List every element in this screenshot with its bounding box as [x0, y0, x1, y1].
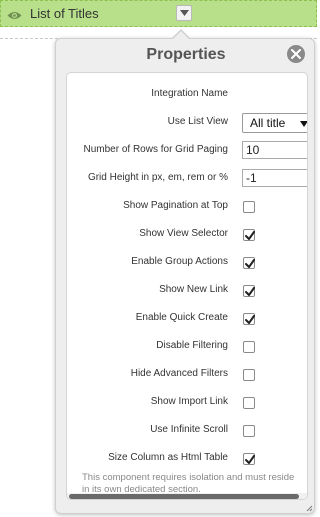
- use-infinite-scroll-row: Use Infinite Scroll: [67, 421, 307, 441]
- show-pagination-top-row: Show Pagination at Top: [67, 197, 307, 217]
- use-list-view-select[interactable]: All title: [242, 113, 307, 133]
- enable-quick-create-checkbox[interactable]: [243, 313, 255, 325]
- properties-panel: Properties Integration Name Use List Vie…: [55, 29, 315, 514]
- show-view-selector-row: Show View Selector: [67, 225, 307, 245]
- checkmark-icon: [245, 259, 255, 268]
- size-column-html-table-label: Size Column as Html Table: [108, 452, 228, 463]
- component-title: List of Titles: [30, 6, 99, 21]
- panel-caret: [173, 31, 189, 39]
- show-view-selector-label: Show View Selector: [139, 228, 228, 239]
- select-arrow-icon: [300, 121, 307, 127]
- use-infinite-scroll-label: Use Infinite Scroll: [150, 424, 228, 435]
- integration-name-label: Integration Name: [151, 88, 228, 99]
- hide-advanced-filters-label: Hide Advanced Filters: [130, 368, 228, 379]
- enable-quick-create-row: Enable Quick Create: [67, 309, 307, 329]
- rows-grid-paging-label: Number of Rows for Grid Paging: [83, 144, 228, 155]
- show-pagination-top-label: Show Pagination at Top: [123, 200, 228, 211]
- panel-title: Properties: [146, 46, 226, 63]
- show-view-selector-checkbox[interactable]: [243, 229, 255, 241]
- scrollbar-thumb[interactable]: [69, 494, 299, 499]
- disable-filtering-row: Disable Filtering: [67, 337, 307, 357]
- grid-height-row: Grid Height in px, em, rem or % -1: [67, 169, 307, 189]
- enable-group-actions-label: Enable Group Actions: [131, 256, 228, 267]
- rows-grid-paging-input[interactable]: 10: [242, 141, 307, 159]
- checkmark-icon: [245, 287, 255, 296]
- horizontal-scrollbar[interactable]: [67, 493, 307, 499]
- size-column-html-table-row: Size Column as Html Table: [67, 449, 307, 469]
- hide-advanced-filters-row: Hide Advanced Filters: [67, 365, 307, 385]
- enable-group-actions-row: Enable Group Actions: [67, 253, 307, 273]
- use-list-view-label: Use List View: [167, 116, 228, 127]
- close-button[interactable]: [287, 45, 305, 63]
- disable-filtering-label: Disable Filtering: [156, 340, 228, 351]
- checkmark-icon: [245, 315, 255, 324]
- chevron-down-icon: [180, 10, 189, 16]
- enable-group-actions-checkbox[interactable]: [243, 257, 255, 269]
- component-bar[interactable]: List of Titles: [0, 0, 317, 27]
- use-list-view-value: All title: [250, 116, 286, 130]
- size-column-html-table-checkbox[interactable]: [243, 453, 255, 465]
- grid-height-input[interactable]: -1: [242, 169, 307, 187]
- resize-grip-icon[interactable]: [306, 505, 313, 512]
- component-menu-toggle[interactable]: [176, 5, 192, 21]
- show-pagination-top-checkbox[interactable]: [243, 201, 255, 213]
- show-import-link-row: Show Import Link: [67, 393, 307, 413]
- enable-quick-create-label: Enable Quick Create: [135, 312, 228, 323]
- show-new-link-row: Show New Link: [67, 281, 307, 301]
- close-icon: [291, 49, 301, 59]
- grid-height-label: Grid Height in px, em, rem or %: [87, 172, 228, 183]
- show-import-link-label: Show Import Link: [150, 396, 228, 407]
- checkmark-icon: [245, 231, 255, 240]
- properties-content: Integration Name Use List View All title…: [66, 72, 308, 500]
- show-new-link-checkbox[interactable]: [243, 285, 255, 297]
- show-new-link-label: Show New Link: [159, 284, 228, 295]
- use-infinite-scroll-checkbox[interactable]: [243, 425, 255, 437]
- eye-icon[interactable]: [7, 8, 22, 19]
- disable-filtering-checkbox[interactable]: [243, 341, 255, 353]
- integration-name-row: Integration Name: [67, 85, 307, 105]
- use-list-view-row: Use List View All title: [67, 113, 307, 133]
- checkmark-icon: [245, 455, 255, 464]
- hide-advanced-filters-checkbox[interactable]: [243, 369, 255, 381]
- show-import-link-checkbox[interactable]: [243, 397, 255, 409]
- rows-grid-paging-row: Number of Rows for Grid Paging 10: [67, 141, 307, 161]
